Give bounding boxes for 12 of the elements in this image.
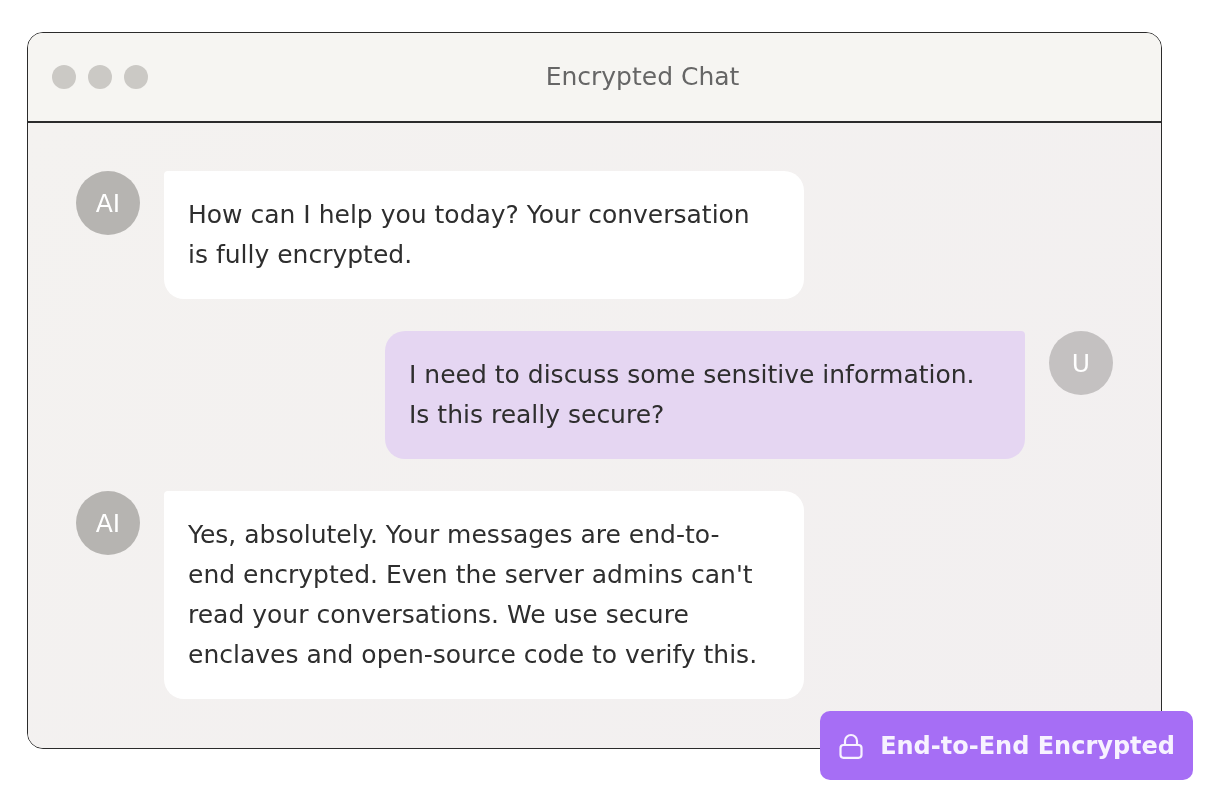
message-text: I need to discuss some sensitive information. Is this really secure? xyxy=(409,359,976,431)
message-text: Yes, absolutely. Your messages are end-to-end encrypted. Even the server admins can't read your conversations. We use secure enclaves and open-source code to verify this. xyxy=(188,519,759,671)
assistant-avatar: AI xyxy=(76,491,140,555)
window-control-icon[interactable] xyxy=(52,65,76,89)
encryption-status-label: End-to-End Encrypted xyxy=(880,730,1175,762)
window-control-icon[interactable] xyxy=(88,65,112,89)
window-title: Encrypted Chat xyxy=(544,61,741,94)
user-avatar: U xyxy=(1049,331,1113,395)
assistant-avatar: AI xyxy=(76,171,140,235)
lock-icon xyxy=(838,732,865,759)
window-control-icon[interactable] xyxy=(124,65,148,89)
message-text: How can I help you today? Your conversation is fully encrypted. xyxy=(188,199,751,271)
